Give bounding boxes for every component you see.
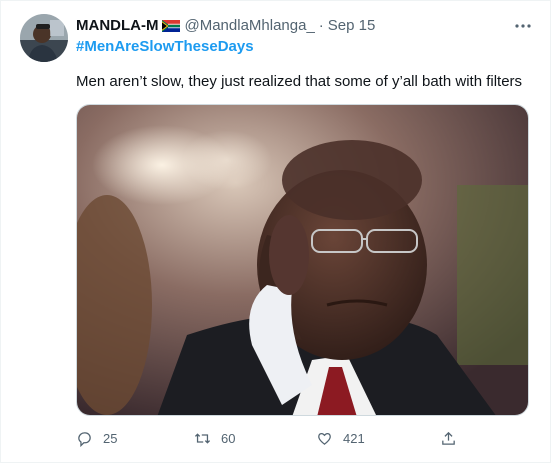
tweet-date[interactable]: Sep 15 (328, 17, 376, 35)
south-africa-flag-icon (162, 20, 181, 32)
more-options-button[interactable] (509, 16, 537, 36)
author-handle[interactable]: @MandlaMhlanga_ (184, 17, 314, 35)
reply-icon (78, 431, 91, 447)
hashtag-link[interactable]: #MenAreSlowTheseDays (76, 38, 254, 56)
separator-dot: · (318, 17, 324, 34)
tweet-card[interactable]: MANDLA-M @MandlaMhlanga_ · Sep 15 #MenAr… (0, 0, 551, 463)
retweet-button[interactable]: 60 (194, 427, 235, 449)
share-button[interactable] (440, 427, 457, 449)
reply-count: 25 (103, 430, 118, 446)
tweet-text: Men aren’t slow, they just realized that… (76, 73, 523, 90)
retweet-icon (194, 432, 211, 444)
photo-of-man-scratching-head-icon (77, 105, 528, 415)
reply-button[interactable]: 25 (76, 427, 117, 449)
like-button[interactable]: 421 (316, 427, 365, 449)
heart-icon (318, 432, 331, 445)
author-name[interactable]: MANDLA-M (76, 17, 158, 35)
like-count: 421 (343, 430, 365, 446)
avatar-photo-icon (20, 14, 68, 62)
tweet-header: MANDLA-M @MandlaMhlanga_ · Sep 15 (76, 17, 375, 35)
avatar[interactable] (20, 14, 68, 62)
tweet-media-image[interactable] (76, 104, 529, 416)
ellipsis-icon (515, 24, 531, 28)
share-icon (442, 431, 455, 445)
retweet-count: 60 (221, 430, 236, 446)
tweet-actions: 25 60 421 (76, 427, 471, 449)
